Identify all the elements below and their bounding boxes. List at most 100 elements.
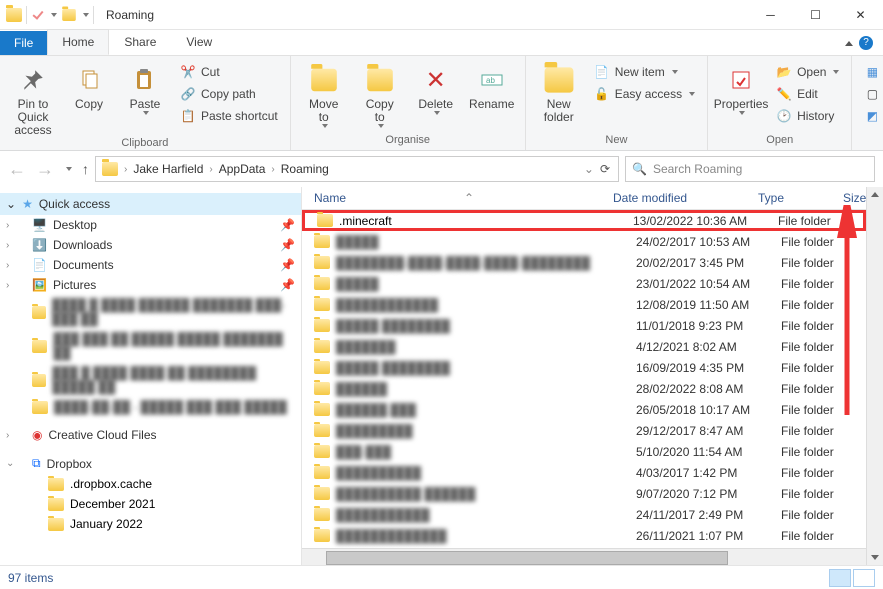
- refresh-icon[interactable]: ⟳: [600, 162, 610, 176]
- folder-icon: [314, 487, 330, 500]
- back-button[interactable]: ←: [8, 159, 26, 180]
- creative-cloud[interactable]: ›◉Creative Cloud Files: [0, 425, 301, 445]
- file-row[interactable]: ███-███ 5/10/2020 11:54 AM File folder: [302, 441, 866, 462]
- paste-button[interactable]: Paste: [120, 60, 170, 137]
- details-view-icon[interactable]: [829, 569, 851, 587]
- svg-text:ab: ab: [486, 76, 495, 85]
- ribbon-tabs: File Home Share View ?: [0, 30, 883, 56]
- search-icon: 🔍: [632, 162, 647, 176]
- navitem-desktop[interactable]: ›🖥️Desktop📌: [0, 215, 301, 235]
- dropbox-sub[interactable]: .dropbox.cache: [0, 474, 301, 494]
- navitem-recent[interactable]: ███ ███ ██ █████ █████ ███████ ██: [0, 329, 301, 363]
- navitem-recent[interactable]: ███ █ ████ ████ ██ ████████ █████ ██: [0, 363, 301, 397]
- group-open: Properties 📂Open ✏️Edit 🕑History Open: [708, 56, 852, 150]
- annotation-arrow: [835, 205, 865, 425]
- properties-button[interactable]: Properties: [716, 60, 766, 134]
- navitem-recent[interactable]: ████-██-██ - █████ ███ ███ █████: [0, 397, 301, 417]
- navitem-downloads[interactable]: ›⬇️Downloads📌: [0, 235, 301, 255]
- help-icon[interactable]: ?: [859, 36, 873, 50]
- qat-newfolder-icon[interactable]: [62, 9, 76, 21]
- edit-button[interactable]: ✏️Edit: [772, 84, 843, 104]
- copyto-button[interactable]: Copyto: [355, 60, 405, 134]
- file-row[interactable]: █████████ 29/12/2017 8:47 AM File folder: [302, 420, 866, 441]
- vertical-scrollbar[interactable]: [866, 187, 883, 565]
- copypath-button[interactable]: 🔗Copy path: [176, 84, 282, 104]
- folder-icon: [314, 529, 330, 542]
- open-button[interactable]: 📂Open: [772, 62, 843, 82]
- folder-icon: [314, 277, 330, 290]
- dropbox-sub[interactable]: December 2021: [0, 494, 301, 514]
- tab-share[interactable]: Share: [109, 29, 171, 55]
- selectall-button[interactable]: ▦Select all: [860, 62, 883, 82]
- moveto-button[interactable]: Moveto: [299, 60, 349, 134]
- quickaccess-header[interactable]: ⌄★Quick access: [0, 193, 301, 215]
- app-icon: [6, 8, 22, 22]
- folder-icon: [314, 256, 330, 269]
- search-input[interactable]: 🔍 Search Roaming: [625, 156, 875, 182]
- file-row[interactable]: █████ ████████ 11/01/2018 9:23 PM File f…: [302, 315, 866, 336]
- window-title: Roaming: [106, 8, 154, 22]
- folder-icon: [314, 235, 330, 248]
- easyaccess-button[interactable]: 🔓Easy access: [590, 84, 699, 104]
- qat-properties-icon[interactable]: [31, 8, 45, 22]
- folder-icon: [314, 340, 330, 353]
- file-row[interactable]: ██████.███ 26/05/2018 10:17 AM File fold…: [302, 399, 866, 420]
- tab-file[interactable]: File: [0, 31, 47, 55]
- pasteshortcut-button[interactable]: 📋Paste shortcut: [176, 106, 282, 126]
- file-row[interactable]: ███████████ 24/11/2017 2:49 PM File fold…: [302, 504, 866, 525]
- rename-button[interactable]: abRename: [467, 60, 517, 134]
- horizontal-scrollbar[interactable]: [302, 548, 866, 565]
- pin-quickaccess-button[interactable]: Pin to Quickaccess: [8, 60, 58, 137]
- collapse-ribbon-icon[interactable]: [845, 41, 853, 46]
- file-row[interactable]: ██████████ 4/03/2017 1:42 PM File folder: [302, 462, 866, 483]
- tab-view[interactable]: View: [171, 29, 227, 55]
- column-headers[interactable]: Name⌃ Date modified Type Size: [302, 187, 883, 210]
- history-dropdown[interactable]: [66, 167, 72, 171]
- tiles-view-icon[interactable]: [853, 569, 875, 587]
- file-row[interactable]: █████████████ 26/11/2021 1:07 PM File fo…: [302, 525, 866, 546]
- status-bar: 97 items: [0, 565, 883, 589]
- folder-icon: [314, 445, 330, 458]
- file-row[interactable]: ██████ 28/02/2022 8:08 AM File folder: [302, 378, 866, 399]
- navitem-recent[interactable]: ████ █ ████ ██████ ███████ ███-███ ██: [0, 295, 301, 329]
- newitem-button[interactable]: 📄New item: [590, 62, 699, 82]
- file-row[interactable]: ███████ 4/12/2021 8:02 AM File folder: [302, 336, 866, 357]
- forward-button[interactable]: →: [36, 159, 54, 180]
- navigation-pane[interactable]: ⌄★Quick access ›🖥️Desktop📌›⬇️Downloads📌›…: [0, 187, 302, 565]
- file-row[interactable]: ████████████ 12/08/2019 11:50 AM File fo…: [302, 294, 866, 315]
- history-button[interactable]: 🕑History: [772, 106, 843, 126]
- dropbox-sub[interactable]: January 2022: [0, 514, 301, 534]
- breadcrumb[interactable]: › Jake Harfield› AppData› Roaming ⌄ ⟳: [95, 156, 619, 182]
- addr-dropdown-icon[interactable]: ⌄: [584, 162, 594, 176]
- dropbox[interactable]: ⌄⧉Dropbox: [0, 453, 301, 474]
- folder-icon: [314, 319, 330, 332]
- group-organise: Moveto Copyto ✕Delete abRename Organise: [291, 56, 526, 150]
- up-button[interactable]: ↑: [82, 161, 89, 177]
- folder-icon: [314, 466, 330, 479]
- delete-button[interactable]: ✕Delete: [411, 60, 461, 134]
- file-row[interactable]: █████ 23/01/2022 10:54 AM File folder: [302, 273, 866, 294]
- invertselection-button[interactable]: ◩Invert selection: [860, 106, 883, 126]
- file-row[interactable]: █████ 24/02/2017 10:53 AM File folder: [302, 231, 866, 252]
- selectnone-button[interactable]: ▢Select none: [860, 84, 883, 104]
- navitem-documents[interactable]: ›📄Documents📌: [0, 255, 301, 275]
- group-new: Newfolder 📄New item 🔓Easy access New: [526, 56, 708, 150]
- close-button[interactable]: ✕: [838, 0, 883, 30]
- group-select: ▦Select all ▢Select none ◩Invert selecti…: [852, 56, 883, 150]
- file-row[interactable]: ████████-████-████-████-████████ 20/02/2…: [302, 252, 866, 273]
- minimize-button[interactable]: ─: [748, 0, 793, 30]
- folder-icon: [314, 403, 330, 416]
- title-bar: Roaming ─ ☐ ✕: [0, 0, 883, 30]
- folder-icon: [314, 424, 330, 437]
- tab-home[interactable]: Home: [47, 29, 109, 55]
- newfolder-button[interactable]: Newfolder: [534, 60, 584, 134]
- navitem-pictures[interactable]: ›🖼️Pictures📌: [0, 275, 301, 295]
- folder-icon: [317, 214, 333, 227]
- file-row[interactable]: ██████████ ██████ 9/07/2020 7:12 PM File…: [302, 483, 866, 504]
- address-bar: ← → ↑ › Jake Harfield› AppData› Roaming …: [0, 151, 883, 187]
- copy-button[interactable]: Copy: [64, 60, 114, 137]
- cut-button[interactable]: ✂️Cut: [176, 62, 282, 82]
- file-row[interactable]: .minecraft 13/02/2022 10:36 AM File fold…: [302, 210, 866, 231]
- maximize-button[interactable]: ☐: [793, 0, 838, 30]
- file-row[interactable]: █████ ████████ 16/09/2019 4:35 PM File f…: [302, 357, 866, 378]
